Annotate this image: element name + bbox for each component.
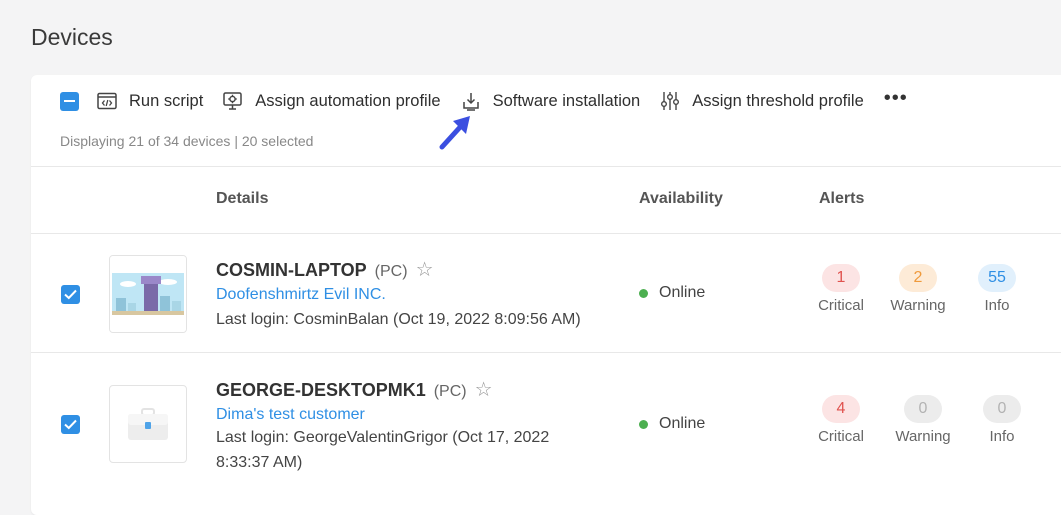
software-installation-label: Software installation <box>492 91 641 110</box>
availability-status: Online <box>639 415 705 433</box>
table-row[interactable]: GEORGE-DESKTOPMK1 (PC) ☆ Dima's test custo… <box>31 353 1061 513</box>
online-dot-icon <box>639 288 648 298</box>
alert-label-info: Info <box>984 297 1010 314</box>
page-title: Devices <box>31 24 113 50</box>
device-name-line: COSMIN-LAPTOP (PC) ☆ <box>216 257 434 282</box>
alert-critical[interactable]: 1 Critical <box>811 264 871 314</box>
run-script-button[interactable]: Run script <box>97 92 203 111</box>
alert-info[interactable]: 0 Info <box>972 395 1032 445</box>
customer-link[interactable]: Dima's test customer <box>216 406 365 424</box>
availability-status: Online <box>639 284 705 302</box>
last-login-text: Last login: CosminBalan (Oct 19, 2022 8:… <box>216 311 581 328</box>
alert-info[interactable]: 55 Info <box>967 264 1027 314</box>
alert-label-warning: Warning <box>895 428 951 445</box>
alert-count-info: 0 <box>983 395 1021 423</box>
assign-automation-profile-label: Assign automation profile <box>255 91 441 110</box>
checkmark-icon <box>64 289 77 300</box>
software-installation-button[interactable]: Software installation <box>461 91 641 111</box>
alert-count-info: 55 <box>978 264 1016 292</box>
select-all-checkbox[interactable] <box>60 91 79 111</box>
alert-label-critical: Critical <box>818 297 864 314</box>
row-checkbox[interactable] <box>61 285 80 304</box>
device-type: (PC) <box>433 383 467 400</box>
devices-card: Run script Assign automation profile Sof… <box>31 75 1061 515</box>
more-actions-button[interactable]: ••• <box>884 87 908 110</box>
city-wallpaper-image <box>110 256 186 332</box>
sliders-icon <box>661 92 680 110</box>
last-login-text: Last login: GeorgeValentinGrigor (Oct 17… <box>216 429 550 471</box>
column-header-availability[interactable]: Availability <box>639 190 723 208</box>
device-thumbnail <box>109 255 187 333</box>
status-label: Online <box>659 415 706 432</box>
assign-threshold-profile-label: Assign threshold profile <box>692 91 864 110</box>
device-name-line: GEORGE-DESKTOPMK1 (PC) ☆ <box>216 377 493 402</box>
device-type: (PC) <box>374 263 408 280</box>
device-thumbnail <box>109 385 187 463</box>
assign-automation-profile-button[interactable]: Assign automation profile <box>223 91 441 111</box>
monitor-gear-icon <box>223 92 243 110</box>
code-window-icon <box>97 92 117 110</box>
alert-critical[interactable]: 4 Critical <box>811 395 871 445</box>
assign-threshold-profile-button[interactable]: Assign threshold profile <box>660 91 864 111</box>
column-header-alerts[interactable]: Alerts <box>819 190 864 208</box>
briefcase-icon <box>128 408 168 440</box>
checkmark-icon <box>64 419 77 430</box>
alert-count-critical: 4 <box>822 395 860 423</box>
download-tray-icon <box>462 93 479 111</box>
row-checkbox[interactable] <box>61 415 80 434</box>
divider <box>31 166 1061 167</box>
table-row[interactable]: COSMIN-LAPTOP (PC) ☆ Doofenshmirtz Evil IN… <box>31 234 1061 352</box>
alert-label-warning: Warning <box>890 297 946 314</box>
device-name[interactable]: COSMIN-LAPTOP <box>216 260 367 280</box>
alert-count-warning: 2 <box>899 264 937 292</box>
alert-warning[interactable]: 2 Warning <box>888 264 948 314</box>
alert-label-critical: Critical <box>818 428 864 445</box>
customer-link[interactable]: Doofenshmirtz Evil INC. <box>216 286 386 304</box>
star-outline-icon[interactable]: ☆ <box>416 259 434 281</box>
annotation-arrow-icon <box>439 116 470 150</box>
star-outline-icon[interactable]: ☆ <box>475 379 493 401</box>
selection-summary: Displaying 21 of 34 devices | 20 selecte… <box>60 133 314 149</box>
run-script-label: Run script <box>129 91 204 110</box>
alert-count-critical: 1 <box>822 264 860 292</box>
alert-count-warning: 0 <box>904 395 942 423</box>
bulk-actions-toolbar: Run script Assign automation profile Sof… <box>60 87 908 115</box>
alert-label-info: Info <box>989 428 1015 445</box>
alert-warning[interactable]: 0 Warning <box>893 395 953 445</box>
device-name[interactable]: GEORGE-DESKTOPMK1 <box>216 380 426 400</box>
status-label: Online <box>659 284 706 301</box>
column-header-details[interactable]: Details <box>216 190 268 208</box>
online-dot-icon <box>639 419 648 429</box>
